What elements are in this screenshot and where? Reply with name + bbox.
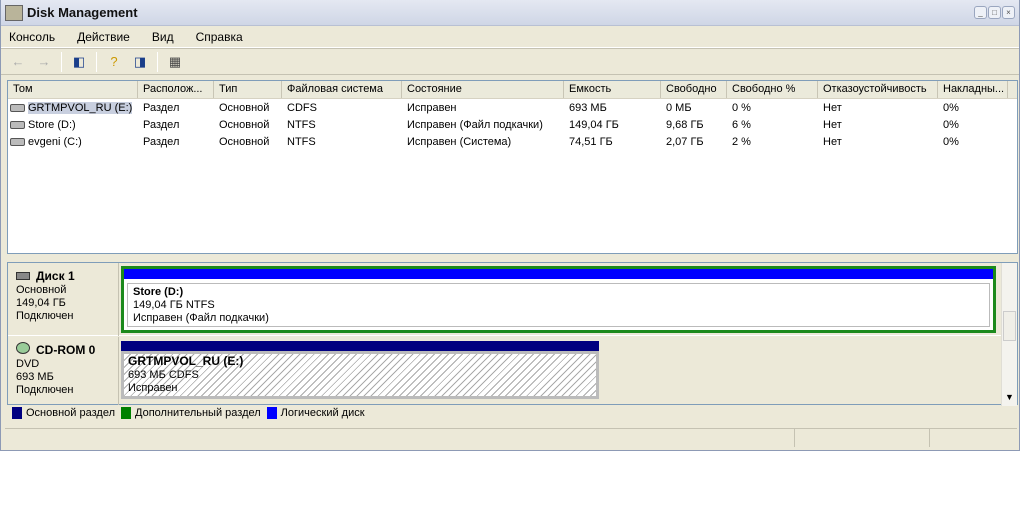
minimize-button[interactable]: _ (974, 6, 987, 19)
column-header[interactable]: Отказоустойчивость (818, 81, 938, 98)
table-row[interactable]: Store (D:) Раздел Основной NTFS Исправен (Фа… (8, 116, 1017, 133)
column-header[interactable]: Том (8, 81, 138, 98)
cdrom-0-label[interactable]: CD-ROM 0 DVD 693 МБ Подключен (8, 337, 118, 397)
table-row[interactable]: evgeni (C:) Раздел Основной NTFS Исправен (С… (8, 133, 1017, 150)
table-cell: evgeni (C:) (8, 136, 138, 148)
table-cell: Основной (219, 135, 270, 148)
toolbar: ← → ◧ ? ◨ ▦ (1, 48, 1019, 75)
maximize-button[interactable]: □ (988, 6, 1001, 19)
volume-name: evgeni (C:) (28, 135, 82, 148)
disk-status: Подключен (16, 384, 74, 396)
table-cell: Store (D:) (8, 119, 138, 131)
list-header: Том Располож... Тип Файловая система Сос… (8, 81, 1017, 99)
column-header[interactable]: Состояние (402, 81, 564, 98)
table-cell: 0 МБ (666, 101, 692, 114)
hard-disk-icon (16, 272, 30, 280)
volume-state: Исправен (128, 382, 178, 394)
back-icon[interactable]: ← (9, 54, 27, 70)
table-cell: Основной (219, 118, 270, 131)
column-header[interactable]: Располож... (138, 81, 214, 98)
table-cell: 0% (943, 118, 959, 131)
cd-drive-icon (10, 103, 25, 112)
table-cell: Исправен (407, 101, 457, 114)
table-cell: CDFS (287, 101, 317, 114)
legend-primary: Основной раздел (12, 406, 115, 420)
table-cell: Раздел (143, 118, 180, 131)
volume-name: GRTMPVOL_RU (E:) (128, 354, 244, 368)
table-cell: Нет (823, 135, 842, 148)
disk-status: Подключен (16, 310, 74, 322)
status-bar (5, 428, 1017, 448)
column-header[interactable]: Тип (214, 81, 282, 98)
title-bar: Disk Management _ □ × (1, 0, 1019, 26)
volume-grtmpvol-e[interactable]: GRTMPVOL_RU (E:) 693 МБ CDFS Исправен (121, 341, 599, 401)
column-header[interactable]: Накладны... (938, 81, 1008, 98)
help-icon[interactable]: ? (105, 54, 123, 70)
menu-help[interactable]: Справка (196, 30, 243, 44)
volume-store-d[interactable]: Store (D:) 149,04 ГБ NTFS Исправен (Файл… (121, 266, 996, 333)
window-title: Disk Management (27, 5, 138, 20)
volume-name: Store (D:) (28, 118, 76, 131)
table-cell: 9,68 ГБ (666, 118, 704, 131)
close-button[interactable]: × (1002, 6, 1015, 19)
scroll-down-icon[interactable]: ▼ (1002, 392, 1017, 406)
disk-map: Диск 1 Основной 149,04 ГБ Подключен Stor… (7, 262, 1018, 420)
table-cell: 0% (943, 101, 959, 114)
legend: Основной раздел Дополнительный раздел Ло… (12, 406, 365, 420)
cd-rom-icon (16, 342, 30, 354)
properties-icon[interactable]: ▦ (166, 54, 184, 70)
menu-bar: Консоль Действие Вид Справка (1, 26, 1019, 48)
legend-extended: Дополнительный раздел (121, 406, 261, 420)
table-cell: 693 МБ (569, 101, 607, 114)
table-cell: 2,07 ГБ (666, 135, 704, 148)
app-icon (5, 4, 23, 21)
disk-management-window: Disk Management _ □ × Консоль Действие В… (0, 0, 1020, 451)
legend-logical: Логический диск (266, 406, 365, 420)
disk-name: CD-ROM 0 (36, 343, 96, 357)
menu-console[interactable]: Консоль (9, 30, 55, 44)
column-header[interactable]: Свободно (661, 81, 727, 98)
table-cell: 2 % (732, 135, 751, 148)
menu-view[interactable]: Вид (152, 30, 174, 44)
scroll-thumb[interactable] (1003, 311, 1016, 341)
volume-name: GRTMPVOL_RU (E:) (28, 101, 133, 114)
disk-size: 149,04 ГБ (16, 297, 66, 309)
volume-state: Исправен (Файл подкачки) (133, 312, 269, 324)
menu-action[interactable]: Действие (77, 30, 130, 44)
table-cell: Основной (219, 101, 270, 114)
volume-list: Том Располож... Тип Файловая система Сос… (7, 80, 1018, 254)
table-cell: Нет (823, 118, 842, 131)
table-cell: 74,51 ГБ (569, 135, 613, 148)
forward-icon[interactable]: → (35, 54, 53, 70)
show-action-pane-icon[interactable]: ◨ (131, 54, 149, 70)
volume-info: 693 МБ CDFS (128, 369, 199, 381)
table-cell: GRTMPVOL_RU (E:) (8, 101, 138, 114)
table-row[interactable]: GRTMPVOL_RU (E:) Раздел Основной CDFS Исправ… (8, 99, 1017, 116)
disk-type: Основной (16, 284, 67, 296)
table-cell: 0% (943, 135, 959, 148)
table-cell: Исправен (Система) (407, 135, 512, 148)
disk-drive-icon (10, 120, 25, 129)
column-header[interactable]: Емкость (564, 81, 661, 98)
column-header[interactable]: Файловая система (282, 81, 402, 98)
table-cell: NTFS (287, 118, 316, 131)
disk-drive-icon (10, 137, 25, 146)
volume-name: Store (D:) (133, 286, 184, 298)
show-hide-tree-icon[interactable]: ◧ (70, 54, 88, 70)
table-cell: 149,04 ГБ (569, 118, 619, 131)
disk-type: DVD (16, 358, 40, 370)
table-cell: Нет (823, 101, 842, 114)
disk-size: 693 МБ (16, 371, 54, 383)
disk-map-scrollbar[interactable]: ▼ (1001, 263, 1017, 406)
table-cell: 6 % (732, 118, 751, 131)
table-cell: NTFS (287, 135, 316, 148)
column-header[interactable]: Свободно % (727, 81, 818, 98)
disk-name: Диск 1 (36, 269, 75, 283)
table-cell: 0 % (732, 101, 751, 114)
table-cell: Исправен (Файл подкачки) (407, 118, 543, 131)
disk-1-label[interactable]: Диск 1 Основной 149,04 ГБ Подключен (8, 265, 118, 323)
volume-info: 149,04 ГБ NTFS (133, 299, 215, 311)
table-cell: Раздел (143, 135, 180, 148)
table-cell: Раздел (143, 101, 180, 114)
